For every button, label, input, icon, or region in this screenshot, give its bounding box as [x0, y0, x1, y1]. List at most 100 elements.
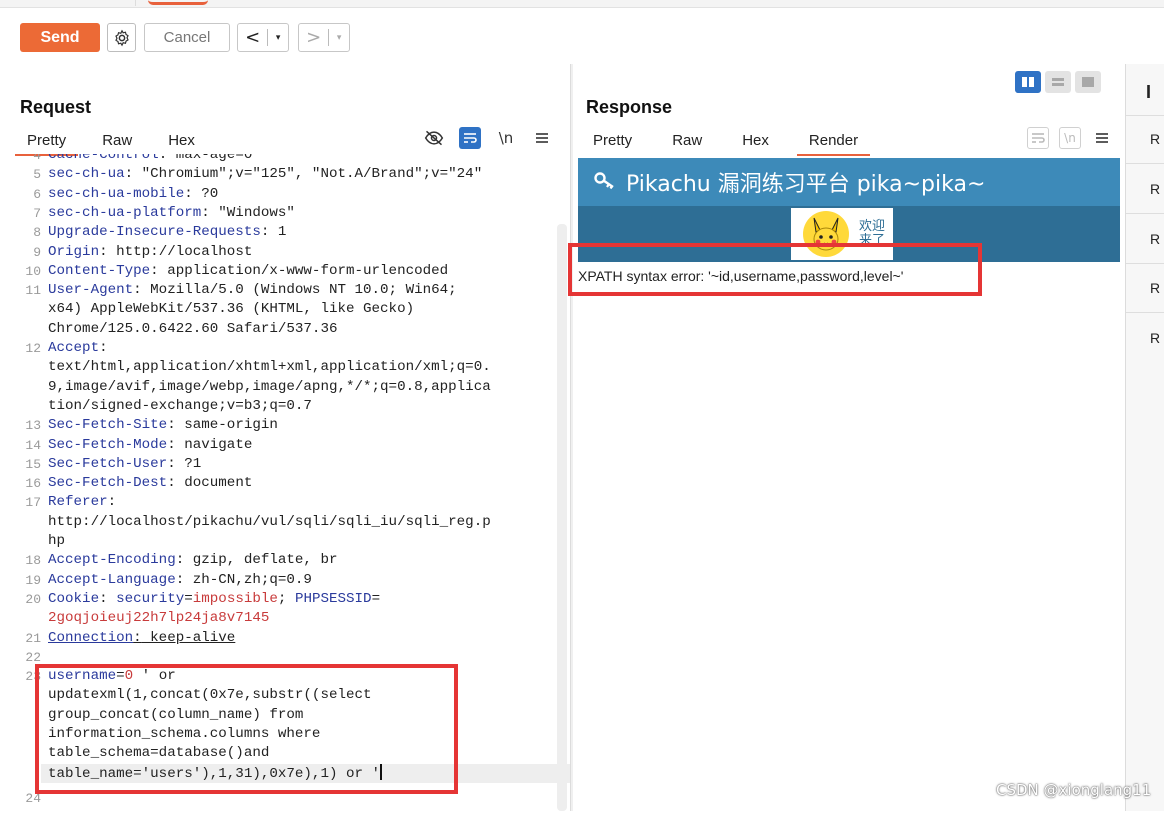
wrap-icon[interactable] [1027, 127, 1049, 149]
tab-pretty[interactable]: Pretty [581, 128, 644, 154]
cookie-name: PHPSESSID [294, 590, 372, 607]
line-text: Connection: keep-alive [48, 629, 236, 646]
layout-stacked-button[interactable] [1045, 71, 1071, 93]
header-name: Connection [48, 629, 134, 646]
line-number: 5 [33, 167, 41, 183]
header-value: ?1 [175, 455, 202, 472]
header-value: max-age=0 [167, 154, 253, 163]
line-text: tion/signed-exchange;v=b3;q=0.7 [48, 397, 312, 416]
divider [1126, 263, 1164, 264]
header-name: Upgrade-Insecure-Requests [48, 224, 261, 241]
line-number: 16 [25, 476, 41, 492]
back-dropdown-icon[interactable]: ▾ [268, 33, 288, 43]
header-value: http://localhost [107, 243, 253, 260]
newline-icon[interactable]: \n [1059, 127, 1081, 149]
line-text: User-Agent: Mozilla/5.0 (Windows NT 10.0… [48, 282, 457, 299]
request-editor-icons: \n [423, 126, 563, 150]
layout-side-by-side-button[interactable] [1015, 71, 1041, 93]
history-forward-group[interactable]: > ▾ [298, 23, 350, 52]
eye-slash-icon[interactable] [423, 127, 445, 149]
inspector-item[interactable]: R [1150, 231, 1164, 247]
line-text: sec-ch-ua: "Chromium";v="125", "Not.A/Br… [48, 166, 483, 183]
line-text: http://localhost/pikachu/vul/sqli/sqli_i… [48, 513, 491, 532]
divider [1126, 115, 1164, 116]
line-number: 14 [25, 437, 41, 453]
line-text: hp [48, 532, 65, 551]
pikachu-site-header: Pikachu 漏洞练习平台 pika~pika~ [578, 158, 1120, 206]
header-value: x64) AppleWebKit/537.36 (KHTML, like Gec… [48, 301, 415, 318]
inspector-item[interactable]: R [1150, 131, 1164, 147]
header-name: Referer [48, 494, 108, 511]
line-text: Chrome/125.0.6422.60 Safari/537.36 [48, 320, 337, 339]
request-title: Request [20, 97, 92, 117]
newline-icon[interactable]: \n [495, 127, 517, 149]
line-number: 18 [25, 553, 41, 569]
tab-raw[interactable]: Raw [90, 128, 144, 154]
request-scrollbar[interactable] [557, 224, 567, 811]
line-number: 10 [25, 263, 41, 279]
line-number: 19 [25, 572, 41, 588]
tab-render[interactable]: Render [796, 128, 871, 156]
header-value: tion/signed-exchange;v=b3;q=0.7 [48, 397, 312, 414]
back-arrow-icon[interactable]: < [238, 27, 267, 48]
tab-hex[interactable]: Hex [730, 128, 781, 154]
header-value: http://localhost/pikachu/vul/sqli/sqli_i… [48, 513, 491, 530]
divider [1126, 312, 1164, 313]
line-text: sec-ch-ua-platform: "Windows" [48, 204, 295, 221]
line-text: Sec-Fetch-Mode: navigate [48, 436, 253, 453]
response-tabs: Pretty Raw Hex Render [581, 128, 886, 156]
forward-arrow-icon[interactable]: > [299, 27, 328, 48]
line-number: 21 [25, 630, 41, 646]
error-highlight-box [568, 243, 982, 296]
gear-icon [114, 29, 129, 46]
cancel-button[interactable]: Cancel [144, 23, 230, 52]
line-text: Origin: http://localhost [48, 243, 253, 260]
header-value: zh-CN,zh;q=0.9 [184, 571, 312, 588]
divider [1126, 163, 1164, 164]
header-value: text/html,application/xhtml+xml,applicat… [48, 359, 491, 376]
settings-gear-button[interactable] [107, 23, 136, 52]
line-text: text/html,application/xhtml+xml,applicat… [48, 358, 491, 377]
previous-tab-edge[interactable] [76, 0, 136, 6]
header-name: sec-ch-ua-mobile [48, 185, 185, 202]
response-editor-icons: \n [1027, 126, 1123, 150]
header-name: Origin [48, 243, 100, 260]
line-text: x64) AppleWebKit/537.36 (KHTML, like Gec… [48, 300, 414, 319]
line-text: Accept-Language: zh-CN,zh;q=0.9 [48, 571, 312, 588]
history-back-group[interactable]: < ▾ [237, 23, 289, 52]
header-value: document [175, 475, 253, 492]
site-title[interactable]: Pikachu 漏洞练习平台 pika~pika~ [626, 166, 985, 198]
inspector-item[interactable]: R [1150, 280, 1164, 296]
response-panel: Response Pretty Raw Hex Render \n Pikach… [573, 64, 1125, 818]
line-text: 2goqjoieuj22h7lp24ja8v7145 [48, 609, 269, 628]
inspector-title: I [1146, 82, 1152, 102]
header-value: 1 [269, 224, 287, 241]
header-name: Accept-Encoding [48, 552, 176, 569]
tab-raw[interactable]: Raw [660, 128, 714, 154]
header-name: sec-ch-ua-platform [48, 204, 202, 221]
header-name: Sec-Fetch-User [48, 455, 168, 472]
header-name: Accept-Language [48, 571, 176, 588]
header-value: navigate [175, 436, 253, 453]
inspector-item[interactable]: R [1150, 330, 1164, 346]
header-name: Sec-Fetch-Dest [48, 475, 168, 492]
line-text: Sec-Fetch-Dest: document [48, 475, 253, 492]
payload-highlight-box [35, 664, 458, 794]
line-number: 12 [25, 341, 41, 356]
layout-tabs-button[interactable] [1075, 71, 1101, 93]
tab-pretty[interactable]: Pretty [15, 128, 79, 156]
header-value: "Windows" [209, 204, 295, 221]
active-tab-indicator[interactable] [148, 0, 208, 5]
line-text: Sec-Fetch-Site: same-origin [48, 417, 278, 434]
line-text: Cache-Control: max-age=0 [48, 154, 252, 165]
send-button[interactable]: Send [20, 23, 100, 52]
header-name: Content-Type [48, 262, 151, 279]
forward-dropdown-icon[interactable]: ▾ [329, 33, 349, 43]
header-name: Accept [48, 340, 100, 356]
menu-icon[interactable] [531, 127, 553, 149]
menu-icon[interactable] [1091, 127, 1113, 149]
line-number: 20 [25, 591, 41, 607]
inspector-item[interactable]: R [1150, 181, 1164, 197]
wrap-icon[interactable] [459, 127, 481, 149]
tab-hex[interactable]: Hex [156, 128, 207, 154]
